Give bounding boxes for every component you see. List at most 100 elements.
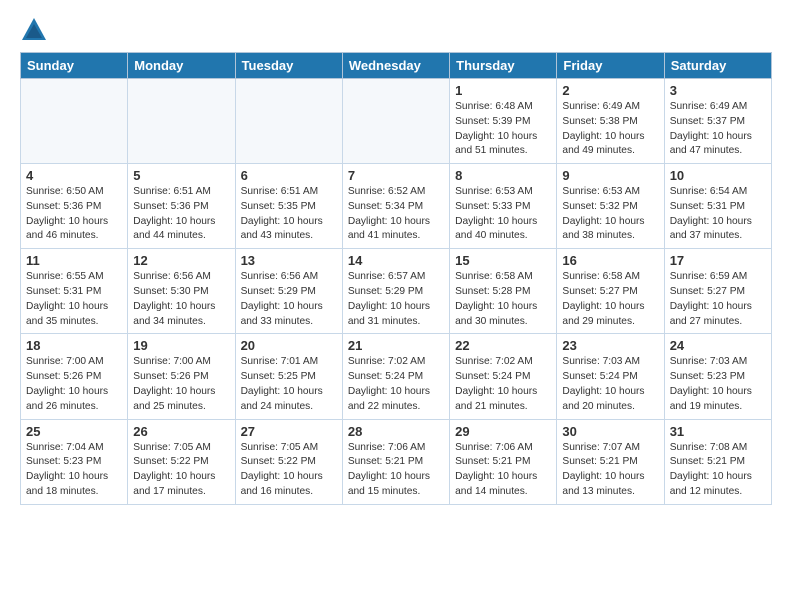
day-info: Sunrise: 6:51 AMSunset: 5:35 PMDaylight:… [241,185,337,244]
day-cell: 17 Sunrise: 6:59 AMSunset: 5:27 PMDayligh… [664,249,771,334]
day-info: Sunrise: 7:07 AMSunset: 5:21 PMDaylight:… [562,441,658,500]
day-info: Sunrise: 6:58 AMSunset: 5:28 PMDaylight:… [455,270,551,329]
day-info: Sunrise: 6:59 AMSunset: 5:27 PMDaylight:… [670,270,766,329]
day-info: Sunrise: 6:51 AMSunset: 5:36 PMDaylight:… [133,185,229,244]
day-number: 18 [26,338,122,353]
day-info: Sunrise: 6:50 AMSunset: 5:36 PMDaylight:… [26,185,122,244]
day-number: 28 [348,424,444,439]
day-cell [128,79,235,164]
weekday-header-wednesday: Wednesday [342,53,449,79]
day-number: 7 [348,168,444,183]
weekday-header-saturday: Saturday [664,53,771,79]
day-cell: 3 Sunrise: 6:49 AMSunset: 5:37 PMDaylight… [664,79,771,164]
day-number: 19 [133,338,229,353]
weekday-header-thursday: Thursday [450,53,557,79]
day-cell: 22 Sunrise: 7:02 AMSunset: 5:24 PMDayligh… [450,334,557,419]
day-cell: 7 Sunrise: 6:52 AMSunset: 5:34 PMDaylight… [342,164,449,249]
day-info: Sunrise: 6:49 AMSunset: 5:38 PMDaylight:… [562,100,658,159]
page: SundayMondayTuesdayWednesdayThursdayFrid… [0,0,792,521]
day-info: Sunrise: 6:53 AMSunset: 5:32 PMDaylight:… [562,185,658,244]
logo [20,16,52,44]
day-cell: 11 Sunrise: 6:55 AMSunset: 5:31 PMDayligh… [21,249,128,334]
day-cell [342,79,449,164]
day-info: Sunrise: 7:03 AMSunset: 5:23 PMDaylight:… [670,355,766,414]
weekday-header-friday: Friday [557,53,664,79]
day-cell: 27 Sunrise: 7:05 AMSunset: 5:22 PMDayligh… [235,419,342,504]
day-number: 27 [241,424,337,439]
day-info: Sunrise: 6:49 AMSunset: 5:37 PMDaylight:… [670,100,766,159]
day-number: 21 [348,338,444,353]
day-info: Sunrise: 6:58 AMSunset: 5:27 PMDaylight:… [562,270,658,329]
day-cell: 10Sunrise: 6:54 AMSunset: 5:31 PMDayligh… [664,164,771,249]
week-row-2: 4 Sunrise: 6:50 AMSunset: 5:36 PMDaylight… [21,164,772,249]
day-number: 3 [670,83,766,98]
day-cell [21,79,128,164]
day-cell: 14 Sunrise: 6:57 AMSunset: 5:29 PMDayligh… [342,249,449,334]
day-info: Sunrise: 7:06 AMSunset: 5:21 PMDaylight:… [348,441,444,500]
day-cell: 26Sunrise: 7:05 AMSunset: 5:22 PMDayligh… [128,419,235,504]
day-cell: 12Sunrise: 6:56 AMSunset: 5:30 PMDayligh… [128,249,235,334]
day-number: 30 [562,424,658,439]
day-info: Sunrise: 7:04 AMSunset: 5:23 PMDaylight:… [26,441,122,500]
day-cell: 30 Sunrise: 7:07 AMSunset: 5:21 PMDayligh… [557,419,664,504]
day-cell: 2 Sunrise: 6:49 AMSunset: 5:38 PMDaylight… [557,79,664,164]
day-info: Sunrise: 6:53 AMSunset: 5:33 PMDaylight:… [455,185,551,244]
day-cell: 24Sunrise: 7:03 AMSunset: 5:23 PMDayligh… [664,334,771,419]
week-row-4: 18 Sunrise: 7:00 AMSunset: 5:26 PMDayligh… [21,334,772,419]
day-number: 14 [348,253,444,268]
day-info: Sunrise: 7:03 AMSunset: 5:24 PMDaylight:… [562,355,658,414]
day-info: Sunrise: 6:55 AMSunset: 5:31 PMDaylight:… [26,270,122,329]
day-number: 8 [455,168,551,183]
day-number: 1 [455,83,551,98]
day-cell: 29 Sunrise: 7:06 AMSunset: 5:21 PMDayligh… [450,419,557,504]
day-info: Sunrise: 6:54 AMSunset: 5:31 PMDaylight:… [670,185,766,244]
day-info: Sunrise: 6:48 AMSunset: 5:39 PMDaylight:… [455,100,551,159]
day-info: Sunrise: 6:52 AMSunset: 5:34 PMDaylight:… [348,185,444,244]
day-number: 23 [562,338,658,353]
day-cell: 21 Sunrise: 7:02 AMSunset: 5:24 PMDayligh… [342,334,449,419]
day-cell: 28 Sunrise: 7:06 AMSunset: 5:21 PMDayligh… [342,419,449,504]
day-info: Sunrise: 7:05 AMSunset: 5:22 PMDaylight:… [133,441,229,500]
day-cell: 4 Sunrise: 6:50 AMSunset: 5:36 PMDaylight… [21,164,128,249]
day-number: 20 [241,338,337,353]
day-cell: 16 Sunrise: 6:58 AMSunset: 5:27 PMDayligh… [557,249,664,334]
weekday-header-row: SundayMondayTuesdayWednesdayThursdayFrid… [21,53,772,79]
day-cell: 1 Sunrise: 6:48 AMSunset: 5:39 PMDaylight… [450,79,557,164]
day-info: Sunrise: 7:08 AMSunset: 5:21 PMDaylight:… [670,441,766,500]
day-cell: 5 Sunrise: 6:51 AMSunset: 5:36 PMDaylight… [128,164,235,249]
day-number: 31 [670,424,766,439]
day-cell: 9 Sunrise: 6:53 AMSunset: 5:32 PMDaylight… [557,164,664,249]
day-info: Sunrise: 7:00 AMSunset: 5:26 PMDaylight:… [133,355,229,414]
day-number: 5 [133,168,229,183]
day-info: Sunrise: 7:02 AMSunset: 5:24 PMDaylight:… [348,355,444,414]
weekday-header-sunday: Sunday [21,53,128,79]
day-number: 13 [241,253,337,268]
day-cell: 18Sunrise: 7:00 AMSunset: 5:26 PMDayligh… [21,334,128,419]
day-info: Sunrise: 6:56 AMSunset: 5:30 PMDaylight:… [133,270,229,329]
day-info: Sunrise: 6:56 AMSunset: 5:29 PMDaylight:… [241,270,337,329]
header [20,16,772,44]
day-info: Sunrise: 7:06 AMSunset: 5:21 PMDaylight:… [455,441,551,500]
day-number: 4 [26,168,122,183]
day-info: Sunrise: 7:02 AMSunset: 5:24 PMDaylight:… [455,355,551,414]
day-cell: 8 Sunrise: 6:53 AMSunset: 5:33 PMDaylight… [450,164,557,249]
week-row-5: 25 Sunrise: 7:04 AMSunset: 5:23 PMDayligh… [21,419,772,504]
day-number: 2 [562,83,658,98]
day-cell: 13 Sunrise: 6:56 AMSunset: 5:29 PMDayligh… [235,249,342,334]
day-number: 15 [455,253,551,268]
day-info: Sunrise: 7:01 AMSunset: 5:25 PMDaylight:… [241,355,337,414]
day-info: Sunrise: 7:05 AMSunset: 5:22 PMDaylight:… [241,441,337,500]
day-number: 17 [670,253,766,268]
day-cell: 23 Sunrise: 7:03 AMSunset: 5:24 PMDayligh… [557,334,664,419]
day-cell: 25 Sunrise: 7:04 AMSunset: 5:23 PMDayligh… [21,419,128,504]
week-row-1: 1 Sunrise: 6:48 AMSunset: 5:39 PMDaylight… [21,79,772,164]
day-number: 25 [26,424,122,439]
day-number: 22 [455,338,551,353]
day-number: 9 [562,168,658,183]
day-number: 29 [455,424,551,439]
day-number: 11 [26,253,122,268]
day-info: Sunrise: 6:57 AMSunset: 5:29 PMDaylight:… [348,270,444,329]
day-number: 16 [562,253,658,268]
day-cell: 20 Sunrise: 7:01 AMSunset: 5:25 PMDayligh… [235,334,342,419]
weekday-header-monday: Monday [128,53,235,79]
